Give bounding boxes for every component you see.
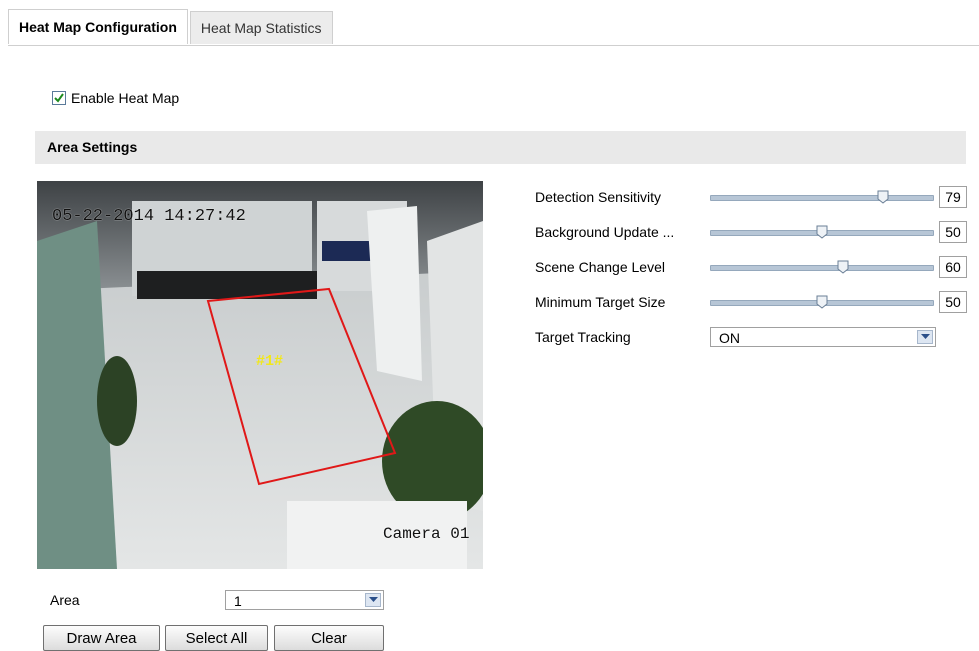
camera-name-overlay: Camera 01 [383,525,470,543]
target-tracking-label: Target Tracking [535,329,631,345]
slider-thumb-icon[interactable] [837,260,849,274]
draw-area-button[interactable]: Draw Area [43,625,160,651]
target-tracking-value: ON [719,330,740,346]
enable-heat-map-checkbox[interactable] [52,91,66,105]
detection-sensitivity-slider[interactable] [710,190,934,204]
setting-row-scene-change-level: Scene Change Level 60 [535,255,967,279]
scene-change-level-value[interactable]: 60 [939,256,967,278]
chevron-down-icon[interactable] [917,330,933,344]
slider-thumb-icon[interactable] [877,190,889,204]
scene-change-level-slider[interactable] [710,260,934,274]
background-update-value[interactable]: 50 [939,221,967,243]
detection-sensitivity-value[interactable]: 79 [939,186,967,208]
setting-row-minimum-target-size: Minimum Target Size 50 [535,290,967,314]
camera-scene [37,181,483,569]
setting-row-detection-sensitivity: Detection Sensitivity 79 [535,185,967,209]
setting-label: Detection Sensitivity [535,189,662,205]
tab-bar: Heat Map Configuration Heat Map Statisti… [8,9,333,45]
clear-button[interactable]: Clear [274,625,384,651]
section-header: Area Settings [35,131,966,164]
video-timestamp-overlay: 05-22-2014 14:27:42 [52,207,246,226]
tab-heat-map-configuration[interactable]: Heat Map Configuration [8,9,188,44]
minimum-target-size-value[interactable]: 50 [939,291,967,313]
camera-live-view[interactable]: 05-22-2014 14:27:42 #1# Camera 01 [37,181,483,569]
check-icon [54,93,64,103]
setting-row-target-tracking: Target Tracking ON [535,325,936,349]
slider-thumb-icon[interactable] [816,225,828,239]
area-select[interactable]: 1 [225,590,384,610]
area-select-value: 1 [234,593,242,609]
slider-track [710,265,934,271]
setting-label: Scene Change Level [535,259,665,275]
area-label: Area [50,592,80,608]
tab-heat-map-statistics[interactable]: Heat Map Statistics [189,11,333,44]
slider-thumb-icon[interactable] [816,295,828,309]
background-update-slider[interactable] [710,225,934,239]
setting-label: Minimum Target Size [535,294,666,310]
chevron-down-icon[interactable] [365,593,381,607]
setting-label: Background Update ... [535,224,675,240]
target-tracking-select[interactable]: ON [710,327,936,347]
slider-track [710,195,934,201]
setting-row-background-update: Background Update ... 50 [535,220,967,244]
area-tag-label: #1# [256,353,284,370]
enable-heat-map-row: Enable Heat Map [52,90,179,106]
select-all-button[interactable]: Select All [165,625,268,651]
enable-heat-map-label: Enable Heat Map [71,90,180,106]
minimum-target-size-slider[interactable] [710,295,934,309]
tab-divider [8,45,979,46]
